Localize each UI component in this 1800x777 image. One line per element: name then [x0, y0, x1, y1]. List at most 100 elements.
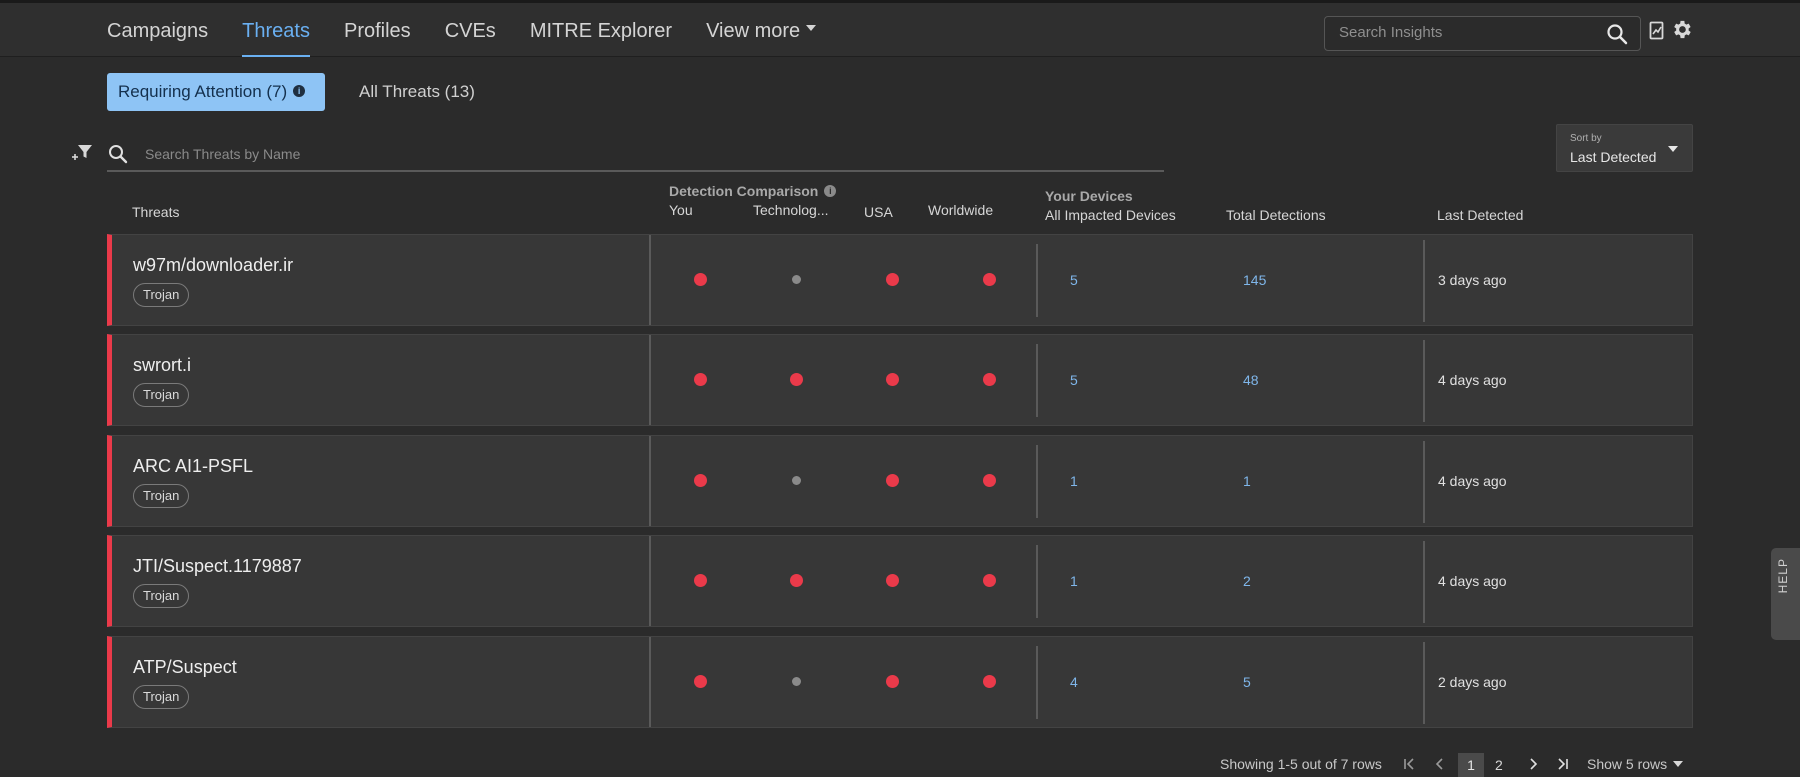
next-page-icon[interactable]	[1526, 757, 1540, 774]
divider	[1036, 344, 1038, 417]
page-2-button[interactable]: 2	[1495, 757, 1503, 773]
col-last-detected[interactable]: Last Detected	[1437, 207, 1523, 223]
detection-dot-technology	[792, 476, 801, 485]
impacted-devices-link[interactable]: 1	[1070, 573, 1078, 589]
divider	[1423, 441, 1425, 523]
table-row[interactable]: w97m/downloader.ir Trojan 5 145 3 days a…	[107, 234, 1693, 326]
first-page-icon[interactable]	[1403, 757, 1417, 774]
detection-dot-usa	[886, 675, 899, 688]
divider	[1036, 244, 1038, 317]
detection-dot-usa	[886, 273, 899, 286]
detection-dot-you	[694, 273, 707, 286]
page-1-button[interactable]: 1	[1458, 753, 1484, 777]
total-detections-link[interactable]: 145	[1243, 272, 1266, 288]
total-detections-link[interactable]: 5	[1243, 674, 1251, 690]
chevron-down-icon	[1668, 146, 1678, 152]
rows-per-page-select[interactable]: Show 5 rows	[1587, 756, 1684, 772]
divider	[1036, 545, 1038, 618]
divider	[649, 436, 651, 526]
detection-comparison-header: Detection Comparison i	[669, 183, 837, 199]
info-icon[interactable]: i	[824, 185, 837, 197]
divider	[1423, 642, 1425, 724]
search-icon	[108, 144, 128, 169]
threat-type-tag: Trojan	[133, 685, 190, 709]
table-row[interactable]: ATP/Suspect Trojan 4 5 2 days ago	[107, 636, 1693, 728]
threat-search-input[interactable]	[145, 146, 1045, 162]
threat-search	[107, 138, 1164, 172]
impacted-devices-link[interactable]: 4	[1070, 674, 1078, 690]
detection-comparison-label: Detection Comparison	[669, 183, 819, 199]
total-detections-link[interactable]: 1	[1243, 473, 1251, 489]
threat-type-tag: Trojan	[133, 584, 190, 608]
threat-name[interactable]: ARC AI1-PSFL	[133, 456, 253, 477]
tab-mitre-explorer[interactable]: MITRE Explorer	[530, 3, 672, 60]
pagination-summary: Showing 1-5 out of 7 rows	[1220, 756, 1382, 772]
prev-page-icon[interactable]	[1433, 757, 1447, 774]
detection-dot-usa	[886, 574, 899, 587]
col-all-impacted-devices[interactable]: All Impacted Devices	[1045, 207, 1176, 223]
divider	[1036, 646, 1038, 719]
threat-name[interactable]: ATP/Suspect	[133, 657, 237, 678]
divider	[649, 536, 651, 626]
detection-dot-technology	[792, 275, 801, 284]
col-you: You	[669, 202, 693, 218]
help-button[interactable]: HELP	[1771, 548, 1800, 640]
search-icon[interactable]	[1606, 23, 1628, 50]
threat-name[interactable]: w97m/downloader.ir	[133, 255, 293, 276]
help-label: HELP	[1776, 558, 1790, 594]
total-detections-link[interactable]: 2	[1243, 573, 1251, 589]
impacted-devices-link[interactable]: 5	[1070, 372, 1078, 388]
col-worldwide: Worldwide	[928, 202, 994, 218]
table-row[interactable]: JTI/Suspect.1179887 Trojan 1 2 4 days ag…	[107, 535, 1693, 627]
divider	[1423, 240, 1425, 322]
report-icon[interactable]	[1649, 21, 1665, 46]
nav-tabs: Campaigns Threats Profiles CVEs MITRE Ex…	[107, 3, 850, 60]
chevron-down-icon	[1673, 761, 1684, 767]
table-row[interactable]: ARC AI1-PSFL Trojan 1 1 4 days ago	[107, 435, 1693, 527]
detection-dot-you	[694, 373, 707, 386]
detection-dot-you	[694, 675, 707, 688]
total-detections-link[interactable]: 48	[1243, 372, 1259, 388]
insights-search-input[interactable]	[1339, 24, 1589, 41]
detection-dot-technology	[792, 677, 801, 686]
threat-type-tag: Trojan	[133, 383, 190, 407]
threat-name[interactable]: JTI/Suspect.1179887	[133, 556, 302, 577]
col-total-detections[interactable]: Total Detections	[1226, 207, 1326, 223]
threat-name[interactable]: swrort.i	[133, 355, 191, 376]
view-more-label: View more	[706, 20, 801, 42]
tab-cves[interactable]: CVEs	[445, 3, 496, 60]
all-threats-tab[interactable]: All Threats (13)	[348, 73, 486, 111]
sort-label: Sort by	[1570, 133, 1602, 144]
col-threats[interactable]: Threats	[132, 204, 179, 220]
divider	[649, 235, 651, 325]
tab-profiles[interactable]: Profiles	[344, 3, 411, 60]
your-devices-header: Your Devices	[1045, 188, 1133, 204]
chevron-down-icon	[806, 25, 817, 31]
requiring-attention-tab[interactable]: Requiring Attention (7) i	[107, 73, 325, 111]
detection-dot-you	[694, 474, 707, 487]
col-usa: USA	[864, 204, 893, 220]
last-detected: 4 days ago	[1438, 473, 1507, 489]
detection-dot-you	[694, 574, 707, 587]
top-nav: Campaigns Threats Profiles CVEs MITRE Ex…	[0, 0, 1800, 57]
impacted-devices-link[interactable]: 5	[1070, 272, 1078, 288]
add-filter-icon[interactable]	[71, 143, 93, 168]
info-icon: i	[293, 85, 306, 97]
tab-view-more[interactable]: View more	[706, 3, 817, 60]
divider	[649, 637, 651, 727]
detection-dot-technology	[790, 373, 803, 386]
last-detected: 4 days ago	[1438, 573, 1507, 589]
insights-search	[1324, 16, 1641, 51]
detection-dot-worldwide	[983, 574, 996, 587]
gear-icon[interactable]	[1670, 18, 1693, 46]
last-detected: 4 days ago	[1438, 372, 1507, 388]
last-detected: 3 days ago	[1438, 272, 1507, 288]
tab-campaigns[interactable]: Campaigns	[107, 3, 208, 60]
detection-dot-worldwide	[983, 474, 996, 487]
impacted-devices-link[interactable]: 1	[1070, 473, 1078, 489]
last-page-icon[interactable]	[1555, 757, 1569, 774]
table-row[interactable]: swrort.i Trojan 5 48 4 days ago	[107, 334, 1693, 426]
sort-dropdown[interactable]: Sort by Last Detected	[1556, 124, 1693, 172]
detection-dot-technology	[790, 574, 803, 587]
tab-threats[interactable]: Threats	[242, 3, 310, 60]
